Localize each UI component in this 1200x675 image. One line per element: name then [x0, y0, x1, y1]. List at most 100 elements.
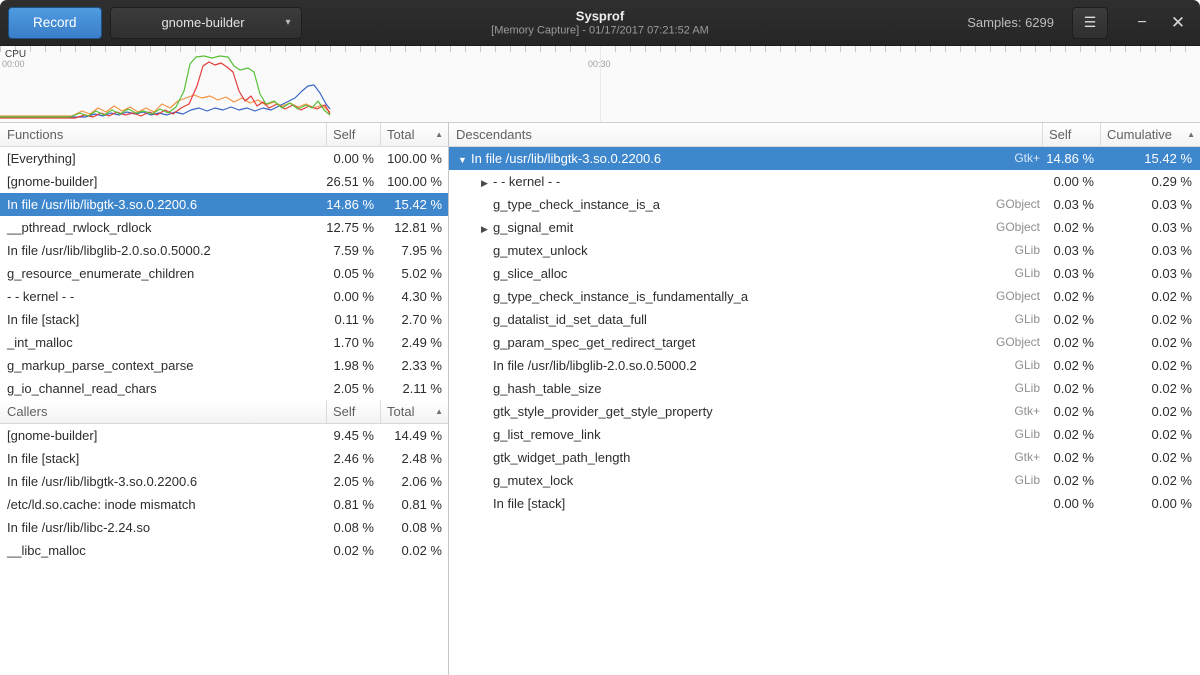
self-percent: 0.02 %: [1042, 216, 1100, 239]
self-percent: 0.02 %: [1042, 423, 1100, 446]
column-header-self[interactable]: Self: [326, 400, 380, 423]
library-label: Gtk+: [972, 400, 1042, 423]
function-name: g_slice_alloc: [493, 266, 567, 281]
function-name: g_hash_table_size: [493, 381, 601, 396]
descendant-row[interactable]: In file /usr/lib/libglib-2.0.so.0.5000.2…: [449, 354, 1200, 377]
table-row[interactable]: In file /usr/lib/libglib-2.0.so.0.5000.2…: [0, 239, 448, 262]
descendant-row[interactable]: g_list_remove_link GLib 0.02 % 0.02 %: [449, 423, 1200, 446]
column-header-functions[interactable]: Functions: [0, 123, 326, 146]
descendant-row[interactable]: g_param_spec_get_redirect_target GObject…: [449, 331, 1200, 354]
function-name: In file [stack]: [0, 308, 326, 331]
column-header-self[interactable]: Self: [326, 123, 380, 146]
function-name: [gnome-builder]: [0, 424, 326, 447]
self-percent: 0.81 %: [326, 493, 380, 516]
column-header-callers[interactable]: Callers: [0, 400, 326, 423]
cumulative-percent: 0.03 %: [1100, 239, 1200, 262]
left-pane: Functions Self Total ▲ [Everything] 0.00…: [0, 123, 449, 675]
descendant-row[interactable]: gtk_style_provider_get_style_property Gt…: [449, 400, 1200, 423]
close-button[interactable]: ✕: [1164, 8, 1192, 38]
self-percent: 1.98 %: [326, 354, 380, 377]
table-row[interactable]: g_resource_enumerate_children 0.05 % 5.0…: [0, 262, 448, 285]
total-percent: 0.08 %: [380, 516, 448, 539]
descendant-row[interactable]: g_type_check_instance_is_a GObject 0.03 …: [449, 193, 1200, 216]
table-row[interactable]: In file [stack] 2.46 % 2.48 %: [0, 447, 448, 470]
total-percent: 15.42 %: [380, 193, 448, 216]
function-name: In file /usr/lib/libgtk-3.so.0.2200.6: [0, 470, 326, 493]
column-header-descendants[interactable]: Descendants: [449, 123, 1042, 146]
descendant-row[interactable]: g_datalist_id_set_data_full GLib 0.02 % …: [449, 308, 1200, 331]
table-row[interactable]: In file [stack] 0.11 % 2.70 %: [0, 308, 448, 331]
total-percent: 7.95 %: [380, 239, 448, 262]
library-label: [972, 492, 1042, 515]
table-row[interactable]: /etc/ld.so.cache: inode mismatch 0.81 % …: [0, 493, 448, 516]
menu-button[interactable]: ☰: [1072, 7, 1108, 39]
minimize-button[interactable]: −: [1128, 8, 1156, 38]
self-percent: 0.03 %: [1042, 239, 1100, 262]
expander-icon[interactable]: ▼: [454, 149, 471, 170]
descendant-row[interactable]: g_slice_alloc GLib 0.03 % 0.03 %: [449, 262, 1200, 285]
self-percent: 12.75 %: [326, 216, 380, 239]
table-row[interactable]: g_markup_parse_context_parse 1.98 % 2.33…: [0, 354, 448, 377]
function-name: __pthread_rwlock_rdlock: [0, 216, 326, 239]
total-percent: 2.11 %: [380, 377, 448, 400]
table-row[interactable]: [Everything] 0.00 % 100.00 %: [0, 147, 448, 170]
total-percent: 4.30 %: [380, 285, 448, 308]
table-row[interactable]: __pthread_rwlock_rdlock 12.75 % 12.81 %: [0, 216, 448, 239]
descendant-row[interactable]: gtk_widget_path_length Gtk+ 0.02 % 0.02 …: [449, 446, 1200, 469]
descendant-row[interactable]: g_mutex_unlock GLib 0.03 % 0.03 %: [449, 239, 1200, 262]
library-label: GObject: [972, 331, 1042, 354]
function-name: gtk_widget_path_length: [493, 450, 630, 465]
sort-indicator-icon: ▲: [435, 400, 443, 423]
self-percent: 0.02 %: [1042, 446, 1100, 469]
function-name: In file /usr/lib/libc-2.24.so: [0, 516, 326, 539]
column-header-total[interactable]: Total ▲: [380, 400, 448, 423]
record-button[interactable]: Record: [8, 7, 102, 39]
library-label: Gtk+: [972, 446, 1042, 469]
descendant-row[interactable]: ▼In file /usr/lib/libgtk-3.so.0.2200.6 G…: [449, 147, 1200, 170]
self-percent: 0.00 %: [326, 285, 380, 308]
column-header-cumulative[interactable]: Cumulative ▲: [1100, 123, 1200, 146]
table-row[interactable]: _int_malloc 1.70 % 2.49 %: [0, 331, 448, 354]
library-label: GLib: [972, 469, 1042, 492]
library-label: GLib: [972, 423, 1042, 446]
time-label-start: 00:00: [2, 59, 25, 69]
column-header-total[interactable]: Total ▲: [380, 123, 448, 146]
table-row[interactable]: - - kernel - - 0.00 % 4.30 %: [0, 285, 448, 308]
table-row[interactable]: In file /usr/lib/libc-2.24.so 0.08 % 0.0…: [0, 516, 448, 539]
self-percent: 1.70 %: [326, 331, 380, 354]
function-name: _int_malloc: [0, 331, 326, 354]
table-row[interactable]: In file /usr/lib/libgtk-3.so.0.2200.6 2.…: [0, 470, 448, 493]
library-label: [972, 170, 1042, 193]
table-row[interactable]: [gnome-builder] 26.51 % 100.00 %: [0, 170, 448, 193]
table-row[interactable]: g_io_channel_read_chars 2.05 % 2.11 %: [0, 377, 448, 400]
total-percent: 5.02 %: [380, 262, 448, 285]
cpu-timeline[interactable]: CPU 00:00 00:30: [0, 46, 1200, 123]
function-name: g_param_spec_get_redirect_target: [493, 335, 695, 350]
function-name: g_datalist_id_set_data_full: [493, 312, 647, 327]
process-selector-dropdown[interactable]: gnome-builder ▾: [110, 7, 302, 39]
self-percent: 0.00 %: [326, 147, 380, 170]
descendant-row[interactable]: ▶- - kernel - - 0.00 % 0.29 %: [449, 170, 1200, 193]
self-percent: 9.45 %: [326, 424, 380, 447]
sysprof-window: Record gnome-builder ▾ Sysprof [Memory C…: [0, 0, 1200, 675]
function-name: g_mutex_unlock: [493, 243, 588, 258]
table-row[interactable]: __libc_malloc 0.02 % 0.02 %: [0, 539, 448, 562]
function-name: In file [stack]: [0, 447, 326, 470]
descendant-row[interactable]: g_mutex_lock GLib 0.02 % 0.02 %: [449, 469, 1200, 492]
function-name: In file [stack]: [493, 496, 565, 511]
column-header-self[interactable]: Self: [1042, 123, 1100, 146]
table-row[interactable]: In file /usr/lib/libgtk-3.so.0.2200.6 14…: [0, 193, 448, 216]
self-percent: 0.02 %: [1042, 331, 1100, 354]
expander-icon[interactable]: ▶: [476, 218, 493, 239]
callers-table-body: [gnome-builder] 9.45 % 14.49 % In file […: [0, 424, 448, 562]
cumulative-percent: 0.03 %: [1100, 193, 1200, 216]
descendant-row[interactable]: In file [stack] 0.00 % 0.00 %: [449, 492, 1200, 515]
expander-icon[interactable]: ▶: [476, 172, 493, 193]
table-row[interactable]: [gnome-builder] 9.45 % 14.49 %: [0, 424, 448, 447]
cumulative-percent: 0.29 %: [1100, 170, 1200, 193]
descendant-row[interactable]: g_hash_table_size GLib 0.02 % 0.02 %: [449, 377, 1200, 400]
function-name: [Everything]: [0, 147, 326, 170]
descendant-row[interactable]: ▶g_signal_emit GObject 0.02 % 0.03 %: [449, 216, 1200, 239]
function-name: g_signal_emit: [493, 220, 573, 235]
descendant-row[interactable]: g_type_check_instance_is_fundamentally_a…: [449, 285, 1200, 308]
